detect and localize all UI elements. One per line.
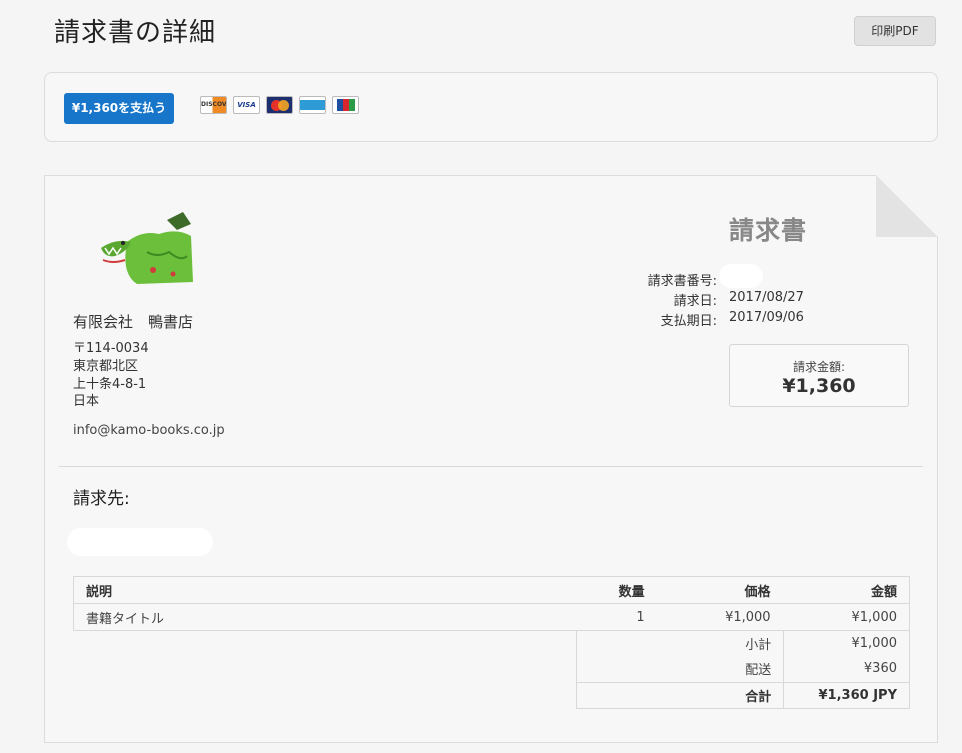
amex-icon (299, 96, 326, 114)
due-date-label: 支払期日: (660, 314, 717, 329)
seller-address-line: 東京都北区 (73, 359, 139, 374)
seller-name: 有限会社 鴨書店 (73, 313, 194, 331)
invoice-date-label: 請求日: (673, 294, 717, 309)
amount-due-label: 請求金額: (792, 360, 846, 374)
item-quantity: 1 (472, 603, 657, 631)
item-price: ¥1,000 (656, 603, 783, 631)
subtotal-value: ¥1,000 (783, 630, 910, 656)
shipping-value: ¥360 (783, 656, 910, 682)
subtotal-row: 小計 ¥1,000 (575, 630, 910, 656)
subtotal-label: 小計 (575, 630, 785, 656)
seller-postal-code: 〒114-0034 (73, 341, 149, 356)
page-title: 請求書の詳細 (54, 18, 217, 48)
mastercard-icon (266, 96, 293, 114)
totals-table: 小計 ¥1,000 配送 ¥360 合計 ¥1,360 JPY (575, 630, 910, 709)
discover-icon: DISCOVER (200, 96, 227, 114)
shipping-label: 配送 (575, 656, 785, 682)
section-divider (59, 466, 923, 467)
payment-panel: ¥1,360を支払う DISCOVER VISA (44, 72, 938, 142)
page-fold-corner (876, 175, 938, 237)
item-amount: ¥1,000 (782, 603, 910, 631)
company-logo (97, 212, 195, 286)
shipping-row: 配送 ¥360 (575, 656, 910, 682)
visa-icon: VISA (233, 96, 260, 114)
jcb-icon (332, 96, 359, 114)
accepted-cards: DISCOVER VISA (200, 96, 359, 114)
amount-due-box: 請求金額: ¥1,360 (729, 344, 909, 407)
invoice-date-value: 2017/08/27 (729, 290, 804, 305)
column-header-description: 説明 (73, 576, 473, 604)
invoice-document: 有限会社 鴨書店 〒114-0034 東京都北区 上十条4-8-1 日本 inf… (44, 175, 938, 743)
redacted-invoice-number (719, 264, 763, 288)
column-header-amount: 金額 (782, 576, 910, 604)
bill-to-label: 請求先: (73, 489, 130, 509)
column-header-price: 価格 (656, 576, 783, 604)
amount-due-value: ¥1,360 (782, 375, 856, 397)
grand-total-label: 合計 (575, 681, 785, 709)
pay-button[interactable]: ¥1,360を支払う (64, 93, 174, 124)
column-header-quantity: 数量 (472, 576, 657, 604)
seller-email: info@kamo-books.co.jp (73, 423, 225, 438)
item-description: 書籍タイトル (73, 603, 473, 631)
due-date-value: 2017/09/06 (729, 310, 804, 325)
table-row: 書籍タイトル 1 ¥1,000 ¥1,000 (73, 603, 910, 631)
print-pdf-button[interactable]: 印刷PDF (854, 16, 936, 46)
invoice-number-label: 請求書番号: (647, 274, 717, 289)
grand-total-value: ¥1,360 JPY (783, 681, 910, 709)
seller-country: 日本 (73, 394, 100, 409)
document-title: 請求書 (729, 216, 808, 245)
table-header-row: 説明 数量 価格 金額 (73, 576, 910, 604)
redacted-bill-to-name (67, 528, 213, 556)
line-items-table: 説明 数量 価格 金額 書籍タイトル 1 ¥1,000 ¥1,000 (73, 576, 910, 631)
grand-total-row: 合計 ¥1,360 JPY (575, 681, 910, 709)
